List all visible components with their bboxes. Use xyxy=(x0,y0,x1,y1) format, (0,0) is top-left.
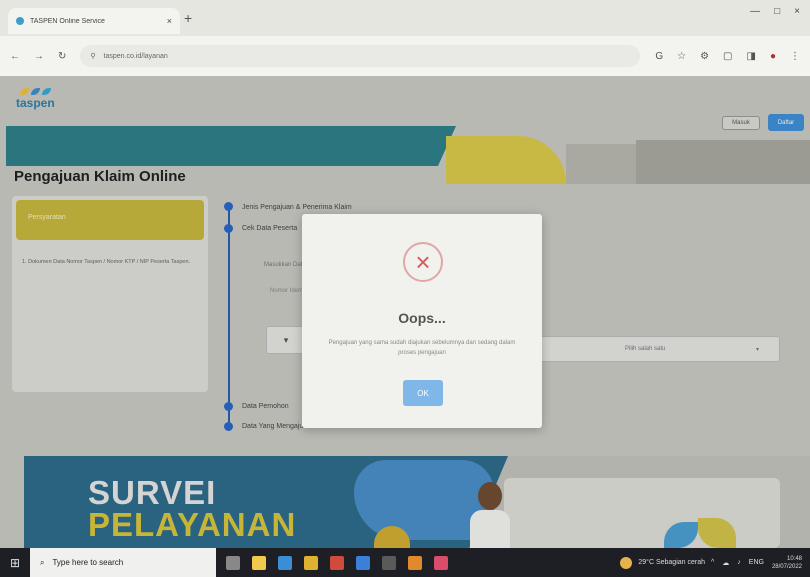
toolbar-icons: G ☆ ⚙ ▢ ◨ ● ⋮ xyxy=(655,51,800,62)
bookmark-star-icon[interactable]: ☆ xyxy=(677,51,686,62)
chrome-icon[interactable] xyxy=(330,555,344,570)
error-x-icon: × xyxy=(403,242,443,282)
taskbar-apps xyxy=(216,555,458,570)
side-panel-icon[interactable]: ◨ xyxy=(747,51,756,62)
store-icon[interactable] xyxy=(278,555,292,570)
weather-text: 29°C Sebagian cerah xyxy=(638,559,705,566)
profile-avatar-icon[interactable]: ● xyxy=(770,51,776,62)
search-placeholder: Type here to search xyxy=(52,558,124,567)
window-controls: — □ × xyxy=(750,6,800,17)
edge-icon[interactable] xyxy=(356,555,370,570)
tab-search-icon[interactable]: ▢ xyxy=(723,51,732,62)
maximize-icon[interactable]: □ xyxy=(774,6,780,17)
forward-icon[interactable]: → xyxy=(34,51,44,62)
app-icon[interactable] xyxy=(382,555,396,570)
search-icon: ⌕ xyxy=(40,557,45,567)
windows-taskbar: ⊞ ⌕ Type here to search 29°C Sebagian ce… xyxy=(0,548,810,577)
tray-chevron-icon[interactable]: ^ xyxy=(711,559,714,566)
back-icon[interactable]: ← xyxy=(10,51,20,62)
ok-button[interactable]: OK xyxy=(403,380,443,406)
taskbar-search-box[interactable]: ⌕ Type here to search xyxy=(30,548,216,577)
taskbar-clock[interactable]: 10:48 28/07/2022 xyxy=(772,555,810,571)
file-explorer-icon[interactable] xyxy=(252,555,266,570)
weather-sun-icon xyxy=(620,556,633,569)
tab-close-icon[interactable]: × xyxy=(167,16,172,26)
cloud-icon[interactable]: ☁ xyxy=(722,559,729,567)
google-icon[interactable]: G xyxy=(655,51,663,62)
reload-icon[interactable]: ↻ xyxy=(58,51,66,62)
app-icon[interactable] xyxy=(408,555,422,570)
weather-widget[interactable]: 29°C Sebagian cerah xyxy=(620,556,711,569)
close-window-icon[interactable]: × xyxy=(794,6,800,17)
minimize-icon[interactable]: — xyxy=(750,6,760,17)
clock-time: 10:48 xyxy=(786,555,802,562)
error-dialog: × Oops... Pengajuan yang sama sudah diaj… xyxy=(302,214,542,428)
browser-tab[interactable]: TASPEN Online Service × xyxy=(8,8,180,34)
task-view-icon[interactable] xyxy=(226,555,240,570)
site-favicon-icon xyxy=(16,17,24,25)
tab-title: TASPEN Online Service xyxy=(30,17,105,25)
address-bar[interactable]: ⚲ taspen.co.id/layanan xyxy=(80,45,641,67)
language-indicator[interactable]: ENG xyxy=(749,559,764,566)
dialog-message: Pengajuan yang sama sudah diajukan sebel… xyxy=(328,340,516,356)
clock-date: 28/07/2022 xyxy=(771,563,802,570)
new-tab-button[interactable]: + xyxy=(184,10,192,26)
browser-menu-icon[interactable]: ⋮ xyxy=(790,51,800,62)
dialog-title: Oops... xyxy=(398,310,446,326)
system-tray: ^ ☁ ♪ ENG xyxy=(711,559,772,567)
extension-icon[interactable]: ⚙ xyxy=(700,51,709,62)
volume-icon[interactable]: ♪ xyxy=(737,559,741,566)
windows-start-icon[interactable]: ⊞ xyxy=(0,548,30,577)
browser-toolbar: ← → ↻ ⚲ taspen.co.id/layanan G ☆ ⚙ ▢ ◨ ●… xyxy=(0,36,810,76)
address-text: taspen.co.id/layanan xyxy=(103,52,168,60)
app-icon[interactable] xyxy=(434,555,448,570)
folder-icon[interactable] xyxy=(304,555,318,570)
site-info-icon[interactable]: ⚲ xyxy=(90,52,95,60)
